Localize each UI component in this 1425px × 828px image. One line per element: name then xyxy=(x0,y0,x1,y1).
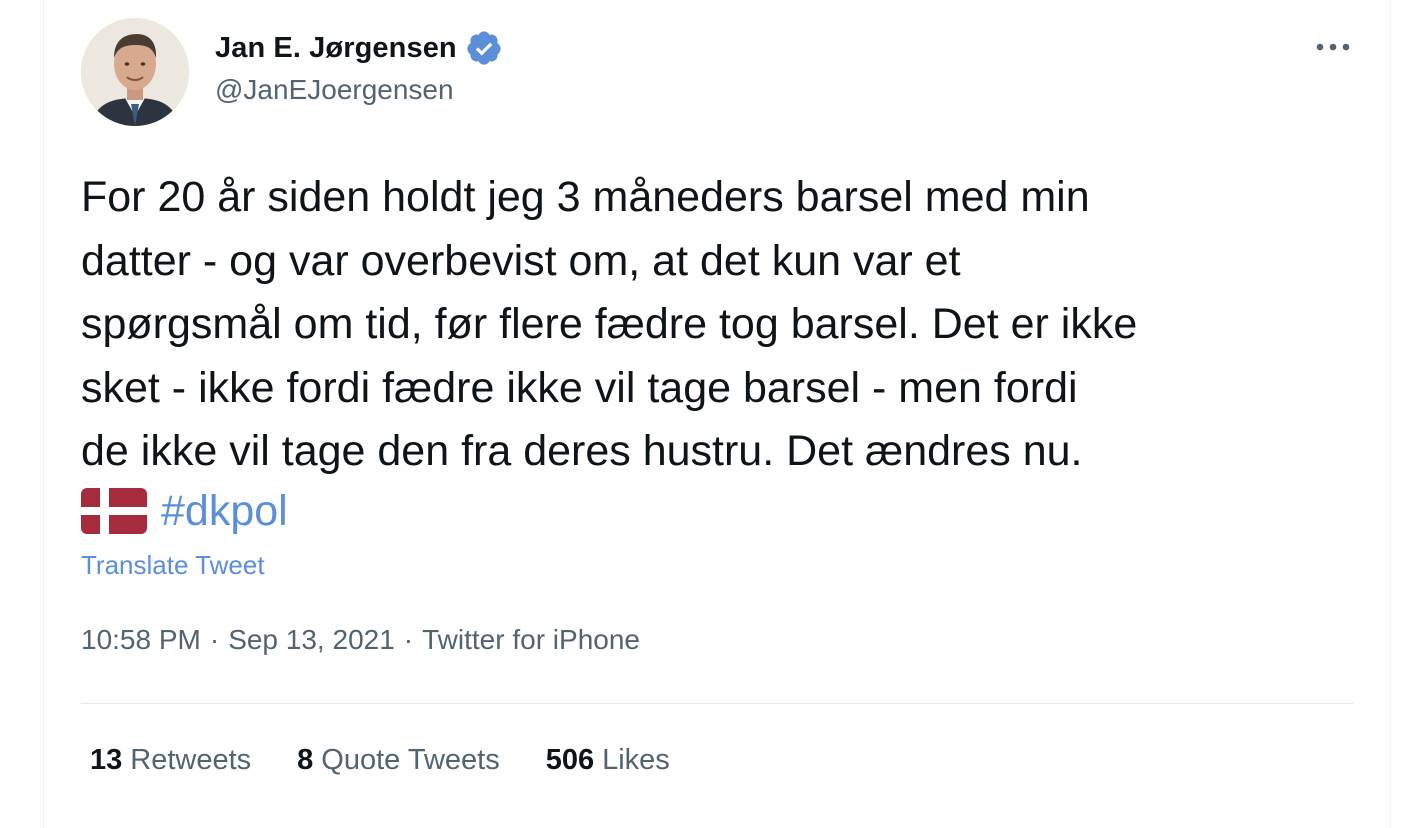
tweet-text-line: datter - og var overbevist om, at det ku… xyxy=(81,236,961,285)
divider xyxy=(81,703,1354,704)
tweet-meta: 10:58 PM · Sep 13, 2021 · Twitter for iP… xyxy=(81,624,640,656)
retweets-label: Retweets xyxy=(130,744,252,776)
tweet-time[interactable]: 10:58 PM xyxy=(81,624,201,656)
tweet-source-link[interactable]: Twitter for iPhone xyxy=(422,624,640,656)
tweet-date[interactable]: Sep 13, 2021 xyxy=(228,624,395,656)
avatar[interactable] xyxy=(81,18,189,126)
tweet-stats: 13 Retweets 8 Quote Tweets 506 Likes xyxy=(90,744,716,777)
likes-stat[interactable]: 506 Likes xyxy=(546,744,670,777)
likes-label: Likes xyxy=(602,744,670,776)
verified-badge-icon xyxy=(467,31,501,65)
meta-separator: · xyxy=(209,624,220,655)
hashtag-link[interactable]: #dkpol xyxy=(161,487,288,536)
author-display-name[interactable]: Jan E. Jørgensen xyxy=(215,32,457,65)
quote-tweets-count: 8 xyxy=(297,744,314,776)
tweet-text-line: For 20 år siden holdt jeg 3 måneders bar… xyxy=(81,173,1090,221)
likes-count: 506 xyxy=(545,744,595,776)
more-options-button[interactable] xyxy=(1313,30,1353,64)
tweet-text: For 20 år siden holdt jeg 3 måneders bar… xyxy=(81,166,1371,484)
retweets-stat[interactable]: 13 Retweets xyxy=(90,744,251,777)
tweet-text-line: de ikke vil tage den fra deres hustru. D… xyxy=(81,427,1083,475)
denmark-flag-icon xyxy=(81,488,147,534)
tweet-hashtag-line: #dkpol xyxy=(81,481,288,541)
meta-separator: · xyxy=(403,624,414,655)
more-horizontal-icon xyxy=(1316,43,1350,51)
translate-tweet-link[interactable]: Translate Tweet xyxy=(81,550,265,581)
author-handle[interactable]: @JanEJoergensen xyxy=(215,74,454,106)
retweets-count: 13 xyxy=(90,744,123,776)
tweet-text-line: sket - ikke fordi fædre ikke vil tage ba… xyxy=(81,363,1078,412)
quote-tweets-label: Quote Tweets xyxy=(321,744,500,776)
tweet-text-line: spørgsmål om tid, før flere fædre tog ba… xyxy=(81,300,1138,348)
quote-tweets-stat[interactable]: 8 Quote Tweets xyxy=(297,744,500,777)
author-name-row[interactable]: Jan E. Jørgensen xyxy=(215,28,503,68)
avatar-photo-icon xyxy=(81,18,189,126)
